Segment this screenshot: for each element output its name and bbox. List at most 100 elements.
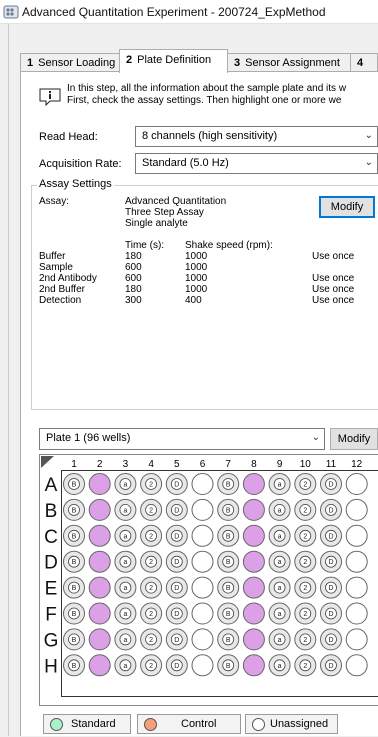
well-circle[interactable]: [191, 654, 214, 677]
well-G12[interactable]: [345, 628, 368, 651]
well-C12[interactable]: [345, 524, 368, 547]
well-C7[interactable]: B: [217, 524, 240, 547]
well-circle[interactable]: [191, 628, 214, 651]
row-header[interactable]: H: [44, 656, 58, 677]
well-circle[interactable]: [191, 576, 214, 599]
well-circle[interactable]: [345, 550, 368, 573]
well-E4[interactable]: 2: [140, 576, 163, 599]
well-B3[interactable]: a: [114, 498, 137, 521]
well-G4[interactable]: 2: [140, 628, 163, 651]
well-H9[interactable]: a: [268, 654, 291, 677]
row-header[interactable]: B: [45, 501, 58, 522]
row-header[interactable]: F: [45, 605, 57, 626]
well-C6[interactable]: [191, 524, 214, 547]
well-circle[interactable]: [345, 602, 368, 625]
well-circle[interactable]: [242, 576, 265, 599]
column-header[interactable]: 6: [200, 459, 206, 470]
well-F7[interactable]: B: [217, 602, 240, 625]
well-circle[interactable]: [345, 524, 368, 547]
well-E1[interactable]: B: [63, 576, 85, 599]
well-A6[interactable]: [191, 473, 214, 495]
well-E12[interactable]: [345, 576, 368, 599]
well-C3[interactable]: a: [114, 524, 137, 547]
well-A11[interactable]: D: [320, 473, 342, 495]
well-A3[interactable]: a: [114, 473, 137, 495]
well-D8[interactable]: [242, 550, 265, 573]
column-header[interactable]: 7: [225, 459, 231, 470]
well-H5[interactable]: D: [165, 654, 188, 677]
well-circle[interactable]: [242, 602, 265, 625]
well-G3[interactable]: a: [114, 628, 137, 651]
well-D4[interactable]: 2: [140, 550, 163, 573]
well-circle[interactable]: [191, 602, 214, 625]
well-circle[interactable]: [345, 628, 368, 651]
well-E3[interactable]: a: [114, 576, 137, 599]
well-circle[interactable]: [88, 550, 111, 573]
well-F1[interactable]: B: [63, 602, 85, 625]
well-D12[interactable]: [345, 550, 368, 573]
well-F5[interactable]: D: [165, 602, 188, 625]
well-F10[interactable]: 2: [294, 602, 317, 625]
well-circle[interactable]: [191, 498, 214, 521]
plate-map[interactable]: 1 2 3 4 5 6 7 8 9 10 11 12 A B C D E F G H Ba 2 D Ba 2 D Ba 2 D Ba 2 D B…: [39, 454, 378, 706]
well-E8[interactable]: [242, 576, 265, 599]
well-B9[interactable]: a: [268, 498, 291, 521]
well-circle[interactable]: [242, 498, 265, 521]
row-header[interactable]: C: [44, 527, 58, 548]
well-C10[interactable]: 2: [294, 524, 317, 547]
well-B5[interactable]: D: [165, 498, 188, 521]
well-circle[interactable]: [242, 524, 265, 547]
tab-sensor-assignment[interactable]: 3 Sensor Assignment: [227, 53, 351, 72]
well-D1[interactable]: B: [63, 550, 85, 573]
well-G1[interactable]: B: [63, 628, 85, 651]
well-circle[interactable]: [88, 473, 111, 495]
well-circle[interactable]: [345, 498, 368, 521]
column-header[interactable]: 5: [174, 459, 180, 470]
assay-modify-button[interactable]: Modify: [319, 196, 375, 218]
well-circle[interactable]: [88, 498, 111, 521]
well-B7[interactable]: B: [217, 498, 240, 521]
well-C9[interactable]: a: [268, 524, 291, 547]
row-header[interactable]: E: [45, 579, 58, 600]
well-B10[interactable]: 2: [294, 498, 317, 521]
well-G8[interactable]: [242, 628, 265, 651]
well-A9[interactable]: a: [268, 473, 291, 495]
well-B12[interactable]: [345, 498, 368, 521]
well-E2[interactable]: [88, 576, 111, 599]
well-H8[interactable]: [242, 654, 265, 677]
well-F3[interactable]: a: [114, 602, 137, 625]
tab-sensor-loading[interactable]: 1 Sensor Loading: [20, 53, 120, 72]
well-D7[interactable]: B: [217, 550, 240, 573]
well-G2[interactable]: [88, 628, 111, 651]
well-C1[interactable]: B: [63, 524, 85, 547]
well-H10[interactable]: 2: [294, 654, 317, 677]
well-D11[interactable]: D: [320, 550, 342, 573]
well-D3[interactable]: a: [114, 550, 137, 573]
column-header[interactable]: 1: [71, 459, 77, 470]
well-H4[interactable]: 2: [140, 654, 163, 677]
read-head-select[interactable]: 8 channels (high sensitivity) ⌄: [135, 126, 378, 147]
well-H2[interactable]: [88, 654, 111, 677]
well-G9[interactable]: a: [268, 628, 291, 651]
well-F11[interactable]: D: [320, 602, 342, 625]
well-D6[interactable]: [191, 550, 214, 573]
row-header[interactable]: D: [44, 553, 58, 574]
well-B8[interactable]: [242, 498, 265, 521]
well-E7[interactable]: B: [217, 576, 240, 599]
well-G10[interactable]: 2: [294, 628, 317, 651]
well-circle[interactable]: [345, 473, 368, 495]
well-E6[interactable]: [191, 576, 214, 599]
well-H6[interactable]: [191, 654, 214, 677]
well-F6[interactable]: [191, 602, 214, 625]
well-circle[interactable]: [345, 576, 368, 599]
plate-grid[interactable]: 1 2 3 4 5 6 7 8 9 10 11 12ABCDEFGHB a 2 D Ba 2 DB a 2 D Ba 2 DB…: [40, 455, 378, 707]
column-header[interactable]: 11: [326, 459, 337, 470]
well-B4[interactable]: 2: [140, 498, 163, 521]
well-E5[interactable]: D: [165, 576, 188, 599]
column-header[interactable]: 9: [277, 459, 283, 470]
well-C2[interactable]: [88, 524, 111, 547]
plate-select[interactable]: Plate 1 (96 wells) ⌄: [39, 428, 325, 450]
well-G6[interactable]: [191, 628, 214, 651]
well-E10[interactable]: 2: [294, 576, 317, 599]
select-all-corner[interactable]: [41, 456, 54, 468]
